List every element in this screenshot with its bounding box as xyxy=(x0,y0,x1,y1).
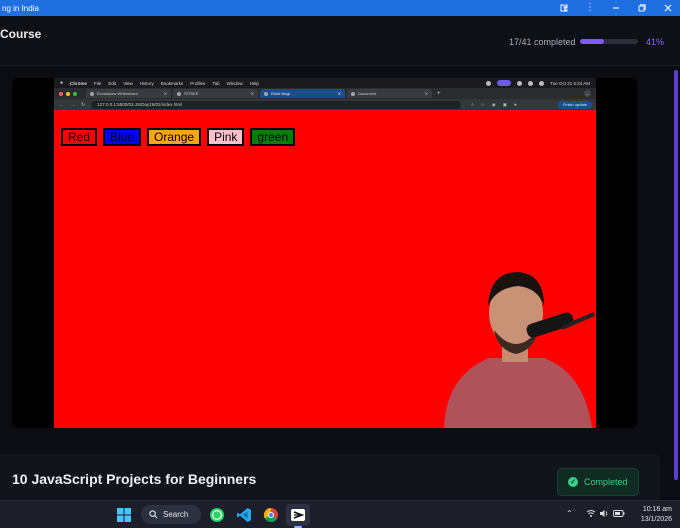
menu-item: Chrome xyxy=(70,80,88,86)
url-field: 127.0.0.1:5500/03.JS/Day16/02/index.html xyxy=(91,100,462,109)
presenter-webcam xyxy=(444,272,595,428)
favicon-icon xyxy=(351,91,355,96)
search-label: Search xyxy=(163,510,189,519)
menu-item: Tab xyxy=(212,80,220,86)
apple-icon: ● xyxy=(60,80,64,86)
status-icon xyxy=(517,80,523,86)
menu-item: History xyxy=(139,80,154,86)
menu-item: Bookmarks xyxy=(160,80,184,86)
extensions-icon[interactable] xyxy=(558,2,570,14)
finish-update-button: Finish update xyxy=(557,100,592,109)
wifi-icon[interactable] xyxy=(586,509,596,520)
restore-icon[interactable] xyxy=(636,2,648,14)
forward-icon: → xyxy=(70,101,75,108)
mac-menubar: ● Chrome File Edit View History Bookmark… xyxy=(54,78,596,88)
completed-label: Completed xyxy=(584,477,628,487)
orange-button: Orange xyxy=(147,128,202,146)
color-button-group: Red Blue Orange Pink green xyxy=(61,128,296,146)
browser-tab-active: Rohit Negi ✕ xyxy=(260,89,345,98)
zoom-icon: ⌕ xyxy=(471,101,474,107)
menu-item: Profiles xyxy=(190,80,206,86)
lesson-title: 10 JavaScript Projects for Beginners xyxy=(12,471,257,487)
search-icon xyxy=(149,510,158,519)
course-header: Course 17/41 completed 41% xyxy=(0,16,680,66)
chevron-down-icon: ⌄ xyxy=(584,90,591,97)
progress-fill xyxy=(580,39,604,44)
clock-date: 13/1/2026 xyxy=(640,516,672,523)
menu-item: File xyxy=(94,80,102,86)
window-titlebar: ng in India ⋮ xyxy=(0,0,680,16)
taskbar-clock[interactable]: 10:16 am 13/1/2026 xyxy=(632,505,672,525)
window-title: ng in India xyxy=(2,3,39,13)
video-player[interactable]: ● Chrome File Edit View History Bookmark… xyxy=(12,78,637,428)
taskbar-search[interactable]: Search xyxy=(141,505,201,524)
chevron-up-icon[interactable]: ⌃ xyxy=(566,509,573,518)
capcut-icon[interactable] xyxy=(289,506,307,524)
vscode-icon[interactable] xyxy=(235,506,253,524)
favicon-icon xyxy=(90,91,94,96)
browser-tab: Document ✕ xyxy=(347,89,432,98)
tab-label: Excalidraw Whiteboard xyxy=(97,91,138,96)
browser-tab: Excalidraw Whiteboard ✕ xyxy=(86,89,171,98)
reload-icon: ↻ xyxy=(81,101,86,108)
green-button: green xyxy=(250,128,296,146)
star-icon: ☆ xyxy=(480,101,485,107)
clock-time: 10:16 am xyxy=(642,506,672,513)
chrome-tabbar: Excalidraw Whiteboard ✕ STRIKE ✕ Rohit Neg… xyxy=(54,88,596,99)
url-text: 127.0.0.1:5500/03.JS/Day16/02/index.html xyxy=(97,102,183,107)
blue-button: Blue xyxy=(103,128,142,146)
menu-item: View xyxy=(123,80,133,86)
more-icon[interactable]: ⋮ xyxy=(584,2,596,14)
tab-close-icon: ✕ xyxy=(163,91,167,96)
close-icon[interactable] xyxy=(662,2,674,14)
menu-item: Window xyxy=(226,80,243,86)
wifi-icon xyxy=(528,80,534,86)
windows-taskbar: Search ⌃ 10:16 am 13/1/2026 xyxy=(0,500,680,528)
windows-start-icon[interactable] xyxy=(115,506,133,524)
chrome-icon[interactable] xyxy=(262,506,280,524)
traffic-lights xyxy=(59,91,77,96)
favicon-icon xyxy=(264,91,268,96)
battery-icon xyxy=(539,80,545,86)
red-button: Red xyxy=(61,128,98,146)
menu-item: Help xyxy=(249,80,259,86)
progress-percent: 41% xyxy=(646,37,665,47)
profile-icon: ● xyxy=(513,101,517,107)
pink-button: Pink xyxy=(207,128,245,146)
check-circle-icon: ✓ xyxy=(568,477,578,487)
progress-text: 17/41 completed xyxy=(509,37,576,47)
recorded-screen: ● Chrome File Edit View History Bookmark… xyxy=(54,78,596,428)
tab-close-icon: ✕ xyxy=(424,91,428,96)
tab-close-icon: ✕ xyxy=(250,91,254,96)
course-title: Course xyxy=(0,27,42,41)
new-tab-icon: + xyxy=(437,90,441,97)
sidebar-icon: ▣ xyxy=(502,101,507,107)
chrome-address-bar: ← → ↻ 127.0.0.1:5500/03.JS/Day16/02/inde… xyxy=(54,99,596,110)
scrollbar-thumb[interactable] xyxy=(674,70,678,480)
tab-label: STRIKE xyxy=(184,91,199,96)
completed-button[interactable]: ✓ Completed xyxy=(557,468,639,496)
whatsapp-icon[interactable] xyxy=(208,506,226,524)
back-icon: ← xyxy=(59,101,64,108)
recording-indicator xyxy=(497,80,512,86)
extension-icon: ◉ xyxy=(491,101,496,107)
volume-icon[interactable] xyxy=(599,509,609,520)
battery-icon[interactable] xyxy=(613,509,625,520)
progress-bar xyxy=(580,39,638,44)
tab-label: Document xyxy=(358,91,377,96)
menu-item: Edit xyxy=(108,80,117,86)
tab-close-icon: ✕ xyxy=(337,91,341,96)
browser-tab: STRIKE ✕ xyxy=(173,89,258,98)
page-scrollbar[interactable] xyxy=(674,70,678,480)
favicon-icon xyxy=(177,91,181,96)
status-icon xyxy=(486,80,492,86)
tab-label: Rohit Negi xyxy=(271,91,290,96)
minimize-icon[interactable] xyxy=(610,2,622,14)
mac-clock: Tue Oct 21 5:24 AM xyxy=(550,80,590,86)
